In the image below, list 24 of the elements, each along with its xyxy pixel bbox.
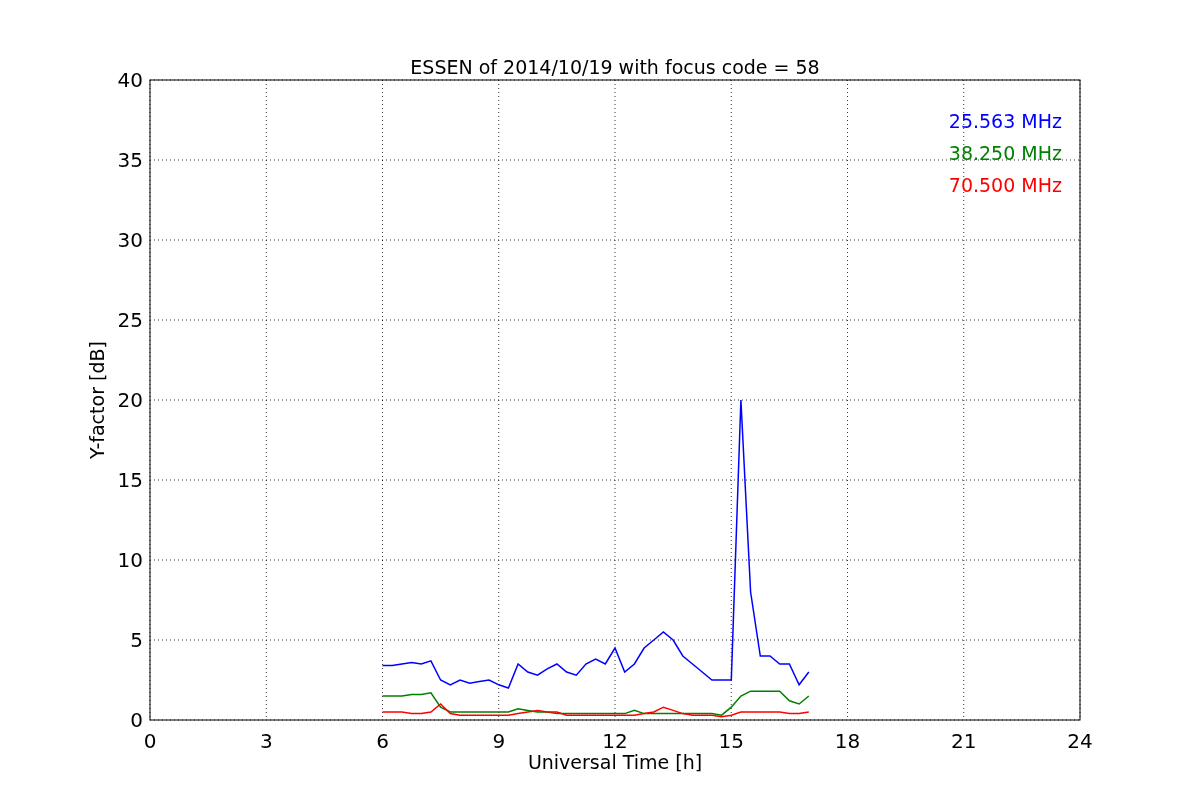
x-tick-label: 15: [718, 729, 744, 753]
x-tick-label: 6: [376, 729, 389, 753]
y-tick-label: 10: [117, 548, 143, 572]
y-tick-label: 15: [117, 468, 143, 492]
y-tick-label: 20: [117, 388, 143, 412]
y-tick-label: 5: [130, 628, 143, 652]
legend-label: 70.500 MHz: [948, 174, 1062, 196]
x-tick-label: 0: [143, 729, 157, 753]
x-tick-label: 12: [602, 729, 628, 753]
x-tick-label: 21: [951, 729, 977, 753]
y-tick-label: 40: [117, 68, 143, 92]
x-tick-label: 9: [492, 729, 506, 753]
x-tick-label: 18: [834, 729, 861, 753]
x-tick-label: 24: [1067, 729, 1093, 753]
y-tick-label: 0: [130, 708, 143, 732]
y-tick-label: 30: [117, 228, 143, 252]
x-tick-label: 3: [259, 729, 273, 753]
chart-title: ESSEN of 2014/10/19 with focus code = 58: [410, 56, 820, 78]
y-axis-label: Y-factor [dB]: [86, 341, 108, 459]
y-tick-label: 25: [117, 308, 143, 332]
legend-label: 38.250 MHz: [948, 142, 1062, 164]
legend-label: 25.563 MHz: [948, 110, 1062, 132]
x-axis-label: Universal Time [h]: [527, 751, 703, 773]
y-tick-label: 35: [117, 148, 143, 172]
